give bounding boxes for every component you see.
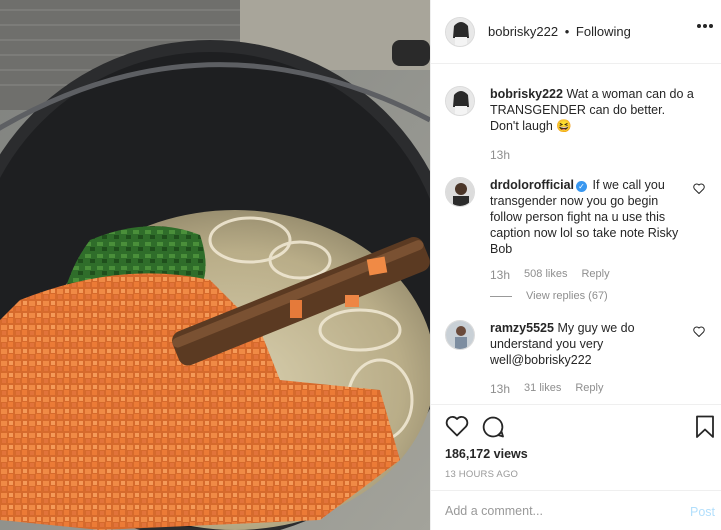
post-comment-button[interactable]: Post (690, 505, 715, 519)
comment-bubble-icon[interactable] (481, 415, 505, 439)
profile-photo-icon (446, 321, 474, 349)
more-options-icon[interactable] (697, 24, 713, 30)
comment-reply-button[interactable]: Reply (581, 268, 609, 282)
commenter-avatar[interactable] (445, 320, 475, 350)
cooking-pot-image (0, 0, 430, 530)
follow-status-button[interactable]: Following (576, 24, 631, 39)
view-replies-label: View replies (67) (526, 290, 608, 302)
view-replies-button[interactable]: View replies (67) (490, 290, 707, 302)
comment-item: ramzy5525 My guy we do understand you ve… (445, 320, 707, 396)
post-sidebar: bobrisky222 • Following bobrisky222 Wat … (430, 0, 721, 530)
profile-photo-icon (446, 87, 474, 115)
bookmark-icon[interactable] (695, 415, 715, 439)
comment-reply-button[interactable]: Reply (575, 382, 603, 396)
post-timestamp[interactable]: 13 HOURS AGO (445, 469, 518, 480)
comment-username[interactable]: drdolorofficial (490, 178, 574, 192)
profile-photo-icon (446, 17, 474, 46)
comment-item: drdolorofficial ✓ If we call you transgen… (445, 177, 707, 302)
author-avatar[interactable] (445, 16, 475, 47)
header-user-line: bobrisky222 • Following (488, 24, 631, 39)
profile-photo-icon (446, 178, 474, 206)
comment-composer: Post (431, 490, 721, 530)
comment-username[interactable]: ramzy5525 (490, 321, 554, 335)
add-comment-input[interactable] (445, 503, 665, 518)
commenter-avatar[interactable] (445, 177, 475, 207)
comment-timestamp[interactable]: 13h (490, 382, 510, 396)
view-count[interactable]: 186,172 views (445, 447, 528, 461)
post-media[interactable] (0, 0, 430, 530)
comment-like-heart-icon[interactable] (693, 183, 705, 194)
separator-dot: • (564, 24, 570, 39)
comment-like-count[interactable]: 508 likes (524, 268, 567, 282)
caption-username[interactable]: bobrisky222 (490, 87, 563, 101)
replies-divider-line (490, 295, 512, 297)
caption-item: bobrisky222 Wat a woman can do a TRANSGE… (445, 86, 707, 162)
comment-like-count[interactable]: 31 likes (524, 382, 561, 396)
post-header: bobrisky222 • Following (431, 0, 721, 64)
verified-badge-icon: ✓ (576, 181, 588, 192)
author-username[interactable]: bobrisky222 (488, 24, 558, 39)
heart-icon[interactable] (445, 415, 469, 437)
comments-list[interactable]: bobrisky222 Wat a woman can do a TRANSGE… (431, 64, 721, 404)
caption-avatar[interactable] (445, 86, 475, 116)
comment-like-heart-icon[interactable] (693, 326, 705, 337)
comment-timestamp[interactable]: 13h (490, 268, 510, 282)
caption-timestamp[interactable]: 13h (490, 148, 510, 162)
